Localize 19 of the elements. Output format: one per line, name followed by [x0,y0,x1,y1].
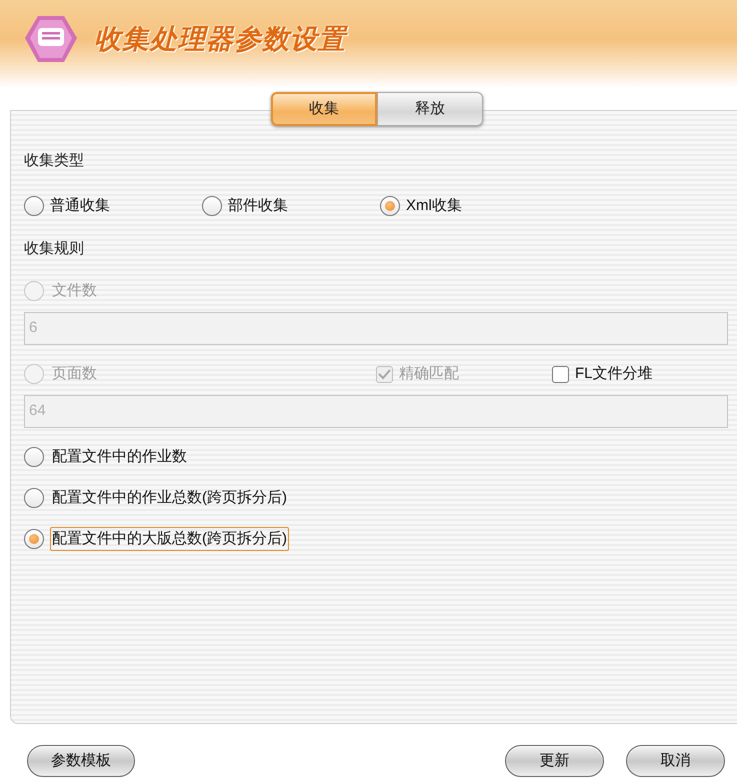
checkbox-label: FL文件分堆 [575,364,653,384]
section-label: 收集规则 [24,239,84,259]
button[interactable]: 参数模板 [27,745,135,777]
section-label: 收集类型 [24,151,84,171]
radio-label: 配置文件中的作业数 [51,446,188,467]
tab[interactable]: 收集 [271,92,377,126]
radio-label: 配置文件中的作业总数(跨页拆分后) [51,488,288,508]
radio-label: 配置文件中的大版总数(跨页拆分后) [50,526,289,552]
button[interactable]: 取消 [626,745,725,777]
radio-label: 部件收集 [228,196,288,216]
radio-label: 页面数 [51,364,98,384]
radio-label: 普通收集 [50,196,110,216]
list-icon [24,14,78,64]
checkbox-label: 精确匹配 [399,364,459,384]
window-title: 收集处理器参数设置 [94,22,346,56]
radio-label: Xml收集 [406,196,462,216]
button[interactable]: 更新 [505,745,604,777]
tab[interactable]: 释放 [377,92,483,126]
radio-label: 文件数 [51,280,98,301]
